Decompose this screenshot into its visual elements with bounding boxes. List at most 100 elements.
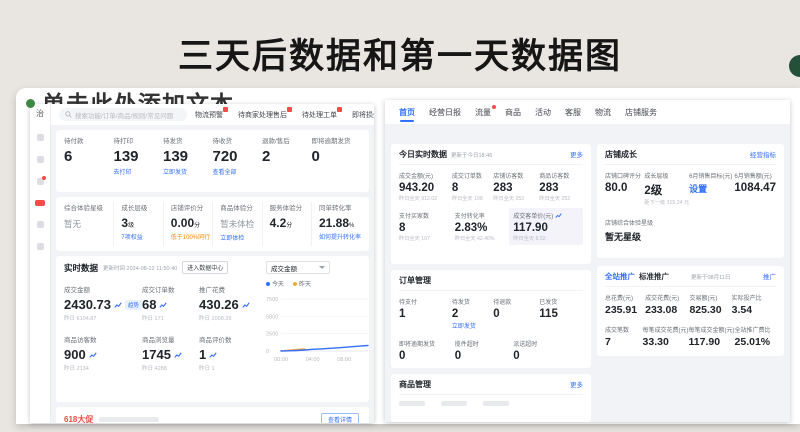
line-chart-icon[interactable] (209, 351, 217, 359)
todo-section: 待付款 6 待打印 139 去打印 待发货 139 立即发货 (56, 130, 369, 192)
nav-tab[interactable]: 物流 (595, 107, 611, 124)
more-link[interactable]: 更多 (570, 149, 583, 159)
today-section: 今日实时数据 更新于今日18:46 更多 成交金额(元) 943.20 昨日全天… (391, 144, 591, 264)
stat-link[interactable]: 立即体检 (220, 233, 261, 242)
today-title: 今日实时数据 (399, 149, 447, 160)
yesterday-sub: 昨日 2134 (64, 364, 142, 372)
stat-link[interactable]: 低于100%同行 (171, 232, 212, 241)
stat-link[interactable]: 如何提升转化率 (319, 232, 361, 241)
right-right-column: 店铺成长 经营指标 店铺口碑评分 80.0 成长层级 2级 (597, 144, 784, 422)
stat-link[interactable]: 去打印 (114, 167, 164, 176)
stat-label: 待退款 (493, 297, 539, 306)
promotion-row1: 总花费(元) 235.91 成交花费(元) 233.08 交易额(元) 825.… (605, 293, 776, 316)
topnav-item[interactable]: 待处理工单 (302, 110, 342, 120)
stat-value[interactable]: 设置 (689, 182, 734, 195)
search-input[interactable]: 搜索功能/订单/商品/规则/常见问题 (59, 108, 187, 121)
stat-label: 每笔成交花费(元) (643, 325, 689, 334)
chart-legend: 今天 昨天 (266, 279, 311, 288)
yesterday-sub: 昨日全天 107 (399, 235, 455, 242)
yesterday-sub: 昨日全天 912.02 (399, 195, 452, 202)
line-chart-icon[interactable] (159, 301, 167, 309)
realtime-stat-cell: 成交金额 2430.73 趋势 昨日 6104.87 (64, 284, 142, 322)
line-chart-icon[interactable] (174, 351, 182, 359)
order-stat-cell: 派送超时 0 (513, 339, 583, 363)
stat-link[interactable]: 立即发货 (163, 167, 213, 176)
realtime-stats: 成交金额 2430.73 趋势 昨日 6104.87 (64, 284, 256, 372)
realtime-stat-cell: 成交订单数 68 昨日 171 (142, 284, 199, 322)
data-center-button[interactable]: 进入数据中心 (182, 261, 228, 274)
rail-red-badge (35, 200, 45, 206)
stat-value: 139 (163, 148, 213, 165)
stat-label: 支付买家数 (399, 211, 455, 220)
stat-value: 暂未体检 (220, 218, 261, 230)
stat-value: 8 (399, 222, 455, 234)
promo-button[interactable]: 查看详情 (321, 413, 359, 424)
nav-tab[interactable]: 首页 (399, 107, 415, 124)
stat-value: 117.90 (513, 222, 579, 234)
growth-link[interactable]: 经营指标 (750, 149, 776, 159)
today-row2: 支付买家数 8 昨日全天 107 支付转化率 2.83% 昨日全天 42.46%… (399, 211, 583, 242)
rail-icon[interactable] (37, 134, 44, 141)
right-body: 今日实时数据 更新于今日18:46 更多 成交金额(元) 943.20 昨日全天… (385, 124, 790, 422)
stat-unit: 分 (194, 223, 200, 229)
stat-value: 0 (399, 350, 455, 362)
green-dot-decoration (26, 99, 35, 108)
legend-item-today[interactable]: 今天 (266, 279, 284, 288)
notification-badge (223, 107, 228, 112)
realtime-stat-cell: 商品访客数 900 昨日 2134 (64, 334, 142, 372)
nav-tab[interactable]: 店铺服务 (625, 107, 657, 124)
topnav-item[interactable]: 即将损失流量 (352, 110, 374, 120)
rail-icon[interactable] (37, 243, 44, 250)
nav-tab[interactable]: 经营日报 (429, 107, 461, 124)
stat-label: 商品评价数 (199, 334, 256, 344)
svg-text:5000: 5000 (266, 314, 278, 320)
more-link[interactable]: 更多 (570, 379, 583, 389)
todo-stat-cell: 待收货 720 查看全部 (213, 135, 263, 187)
trend-tag[interactable]: 趋势 (125, 300, 142, 310)
promotion-stat-cell: 实际投产比 3.54 (732, 293, 776, 316)
growth-stat-cell: 6月销售额(元) 1084.47 (734, 171, 776, 206)
nav-tab[interactable]: 流量 (475, 107, 491, 124)
stat-value: 0.00分 (171, 216, 212, 230)
todo-stat-cell: 待付款 6 (64, 135, 114, 187)
stat-value[interactable]: 80.0 (605, 182, 644, 194)
stat-label: 总花费(元) (605, 293, 645, 302)
promotion-tab-standard[interactable]: 标准推广 (639, 271, 669, 282)
stat-value: 0 (455, 350, 514, 362)
nav-tab[interactable]: 活动 (535, 107, 551, 124)
right-dashboard: 首页 经营日报 流量 商品 活动 客服 物流 店铺服务 今日实时数据 更新于今日… (385, 100, 790, 422)
line-chart-icon[interactable] (114, 301, 122, 309)
legend-item-yesterday[interactable]: 昨天 (293, 279, 311, 288)
realtime-stat-cell: 商品评价数 1 昨日 1 (199, 334, 256, 372)
topnav-item[interactable]: 待商家处理售后 (238, 110, 292, 120)
metric-select[interactable]: 成交金额 (266, 261, 330, 274)
experience-stat-cell: 成长层级 3级 7项权益 (113, 202, 162, 246)
stat-label: 待打印 (114, 135, 164, 145)
order-row1: 待支付 1 待发货 2 立即发货 待退款 0 (399, 297, 583, 330)
realtime-title: 实时数据 (64, 262, 98, 274)
stat-value[interactable]: 2级 (644, 182, 689, 198)
stat-link[interactable]: 7项权益 (121, 232, 162, 241)
notification-badge (287, 107, 292, 112)
stat-label: 待支付 (399, 297, 452, 306)
promotion-row2: 成交笔数 7 每笔成交花费(元) 33.30 每笔成交金额(元) 117.90 (605, 325, 776, 348)
stat-link[interactable]: 查看全部 (213, 167, 263, 176)
promote-link[interactable]: 推广 (763, 271, 776, 281)
promo-banner: 618大促 查看详情 (56, 407, 369, 423)
line-chart-icon[interactable] (242, 301, 250, 309)
rail-icon[interactable] (37, 156, 44, 163)
rail-icon-with-badge[interactable] (37, 178, 44, 185)
stat-label: 同单转化率 (319, 202, 361, 212)
stat-label: 每笔成交金额(元) (689, 325, 735, 334)
rail-icon[interactable] (37, 221, 44, 228)
stat-label: 实际投产比 (732, 293, 776, 302)
nav-tab[interactable]: 商品 (505, 107, 521, 124)
line-chart-icon[interactable] (89, 351, 97, 359)
promotion-tab-allsite[interactable]: 全站推广 (605, 271, 635, 282)
stat-value[interactable]: 1084.47 (734, 182, 776, 194)
topnav-item[interactable]: 物流预警 (195, 110, 228, 120)
ship-now-link[interactable]: 立即发货 (452, 321, 493, 330)
right-left-column: 今日实时数据 更新于今日18:46 更多 成交金额(元) 943.20 昨日全天… (391, 144, 591, 422)
stat-value: 430.26 (199, 297, 239, 312)
nav-tab[interactable]: 客服 (565, 107, 581, 124)
